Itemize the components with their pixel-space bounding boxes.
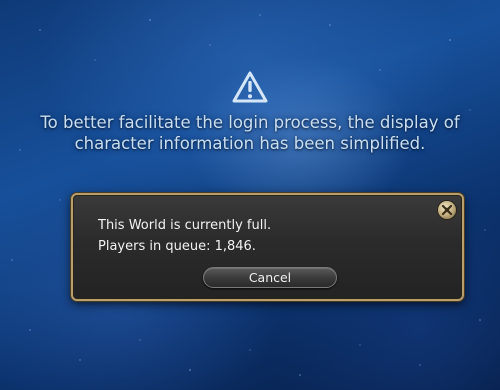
world-full-text: This World is currently full.	[98, 218, 272, 233]
queue-message: This World is currently full. Players in…	[98, 215, 271, 257]
close-emblem-icon	[441, 204, 453, 216]
queue-count-text: Players in queue: 1,846.	[98, 239, 256, 254]
warning-triangle-icon	[232, 71, 268, 103]
close-button[interactable]	[438, 201, 456, 219]
cancel-button[interactable]: Cancel	[203, 267, 337, 288]
login-notice: To better facilitate the login process, …	[0, 70, 500, 154]
queue-dialog: This World is currently full. Players in…	[71, 193, 464, 301]
notice-text: To better facilitate the login process, …	[40, 113, 460, 153]
